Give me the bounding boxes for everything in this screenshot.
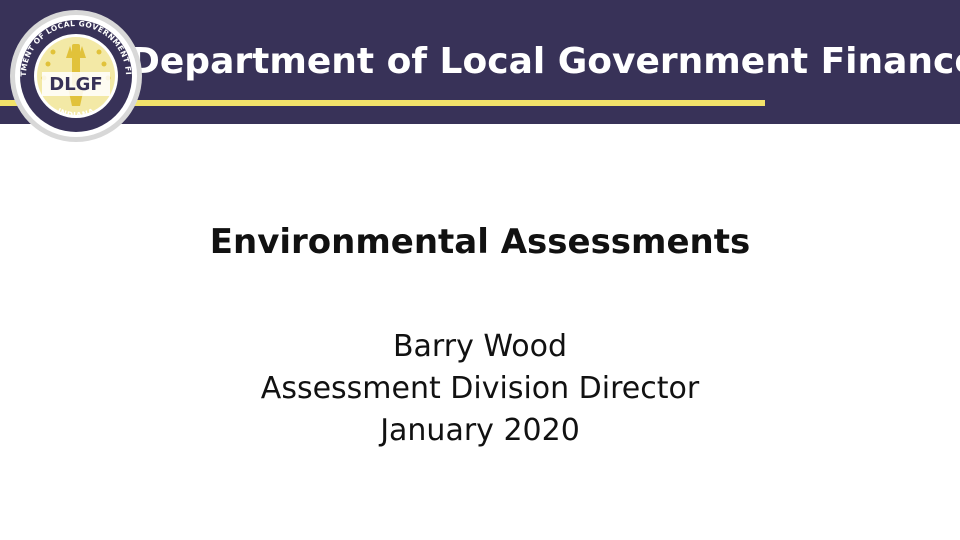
header-bottom-band [0, 104, 960, 124]
slide: Department of Local Government Finance D… [0, 0, 960, 540]
slide-title: Environmental Assessments [209, 222, 751, 262]
presenter-name: Barry Wood [392, 329, 568, 364]
presenter-role: Assessment Division Director [260, 371, 700, 406]
header-title: Department of Local Government Finance [130, 41, 960, 82]
seal-center-text: DLGF [49, 74, 102, 95]
dlgf-seal-icon: DLGF DEPARTMENT OF LOCAL GOVERNMENT FINA… [8, 8, 142, 142]
presenter-block: Barry Wood Assessment Division Director … [0, 326, 960, 452]
presentation-date: January 2020 [380, 413, 580, 448]
